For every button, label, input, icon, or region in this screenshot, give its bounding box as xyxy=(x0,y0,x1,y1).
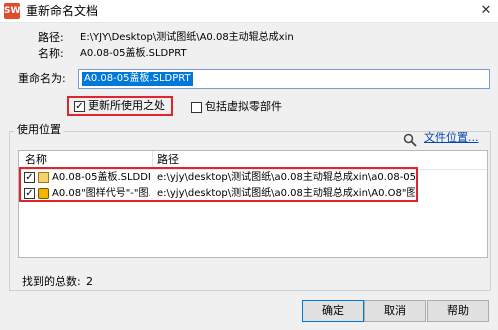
file-location-link[interactable]: 文件位置... xyxy=(424,131,479,145)
cancel-button[interactable]: 取消 xyxy=(364,300,426,322)
path-value: E:\YJY\Desktop\测试图纸\A0.08主动辊总成xin xyxy=(80,32,294,43)
usage-group-label: 使用位置 xyxy=(14,123,64,137)
search-icon[interactable] xyxy=(403,133,417,147)
found-count-label: 找到的总数: xyxy=(22,275,81,288)
window-title: 重新命名文档 xyxy=(26,4,99,18)
solidworks-app-icon: SW xyxy=(4,3,20,19)
name-value: A0.08-05盖板.SLDPRT xyxy=(80,48,187,59)
include-virtual-label: 包括虚拟零部件 xyxy=(205,100,282,113)
include-virtual-checkbox[interactable] xyxy=(191,102,202,113)
found-count-value: 2 xyxy=(86,275,93,288)
rename-input-value: A0.08-05盖板.SLDPRT xyxy=(82,72,193,86)
name-label: 名称: xyxy=(38,47,64,60)
ok-button[interactable]: 确定 xyxy=(302,300,364,322)
update-references-checkbox[interactable]: ✓ xyxy=(74,101,85,112)
column-header-path[interactable]: 路径 xyxy=(157,153,179,167)
column-header-name[interactable]: 名称 xyxy=(25,153,47,167)
rename-label: 重命名为: xyxy=(18,72,66,85)
update-references-label: 更新所使用之处 xyxy=(88,99,165,112)
help-button[interactable]: 帮助 xyxy=(427,300,489,322)
close-icon[interactable]: ✕ xyxy=(476,1,496,21)
highlight-box-rows xyxy=(19,167,418,202)
rename-input[interactable]: A0.08-05盖板.SLDPRT xyxy=(78,69,490,89)
path-label: 路径: xyxy=(38,31,64,44)
